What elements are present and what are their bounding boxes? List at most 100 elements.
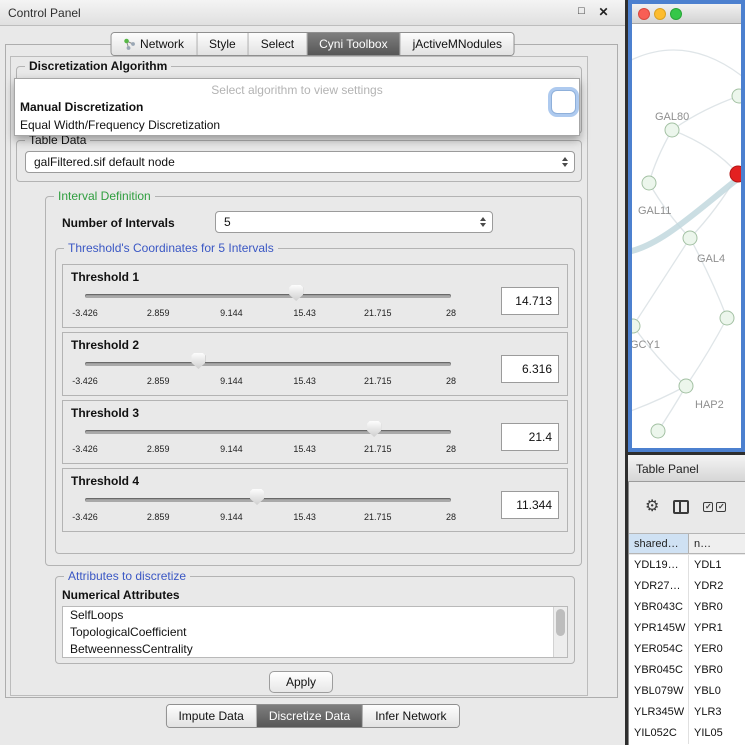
network-window-titlebar <box>632 4 741 24</box>
spinner-stepper-icon[interactable] <box>480 217 486 227</box>
number-of-intervals-spinner[interactable]: 5 <box>215 211 493 233</box>
tick-label: 21.715 <box>364 308 392 318</box>
threshold-slider[interactable]: -3.426 2.859 9.144 15.43 21.715 28 <box>85 421 451 463</box>
cell: YDR27… <box>629 576 689 597</box>
select-columns-icon[interactable]: ✓ ✓ <box>703 502 726 512</box>
cell: YIL052C <box>629 723 689 744</box>
tab-discretize-data[interactable]: Discretize Data <box>256 705 362 727</box>
slider-thumb[interactable] <box>367 421 381 437</box>
tick-label: -3.426 <box>72 512 98 522</box>
algorithm-dropdown-list: Select algorithm to view settings Manual… <box>14 78 580 136</box>
tab-cyni-toolbox[interactable]: Cyni Toolbox <box>306 33 399 55</box>
minimize-icon[interactable]: □ <box>574 5 589 17</box>
table-data-combobox[interactable]: galFiltered.sif default node <box>25 151 575 173</box>
minimize-traffic-light[interactable] <box>654 8 666 20</box>
table-row[interactable]: YLR345WYLR3 <box>629 702 745 723</box>
table-data-group: Table Data galFiltered.sif default node <box>16 140 582 182</box>
threshold-label: Threshold 2 <box>71 338 139 352</box>
tick-label: 15.43 <box>293 308 316 318</box>
slider-track[interactable] <box>85 294 451 298</box>
control-panel-titlebar: Control Panel □ ✕ <box>0 0 625 26</box>
window-title: Control Panel <box>8 6 81 20</box>
cell: YBL079W <box>629 681 689 702</box>
threshold-label: Threshold 4 <box>71 474 139 488</box>
table-row[interactable]: YDL19…YDL1 <box>629 555 745 576</box>
dropdown-focus-button[interactable] <box>551 90 576 114</box>
list-item[interactable]: BetweennessCentrality <box>63 641 567 658</box>
table-row[interactable]: YDR27…YDR2 <box>629 576 745 597</box>
dropdown-option-equal-width[interactable]: Equal Width/Frequency Discretization <box>20 118 220 132</box>
slider-tick-labels: -3.426 2.859 9.144 15.43 21.715 28 <box>85 308 451 320</box>
column-header-shared-name[interactable]: shared… <box>629 534 689 553</box>
tick-label: 2.859 <box>147 308 170 318</box>
tab-style[interactable]: Style <box>196 33 248 55</box>
table-row[interactable]: YBR045CYBR0 <box>629 660 745 681</box>
network-node-selected <box>730 166 741 182</box>
cell: YBR0 <box>689 597 745 618</box>
network-icon <box>123 38 135 50</box>
network-canvas[interactable]: GAL80 GAL11 GAL4 GCY1 HAP2 <box>632 24 741 448</box>
tab-label: Network <box>140 37 184 51</box>
combo-stepper-icon[interactable] <box>562 157 568 167</box>
network-node <box>679 379 693 393</box>
network-node <box>683 231 697 245</box>
cell: YER0 <box>689 639 745 660</box>
cell: YLR345W <box>629 702 689 723</box>
scrollbar-thumb[interactable] <box>556 609 565 636</box>
tab-label: Impute Data <box>178 709 243 723</box>
thresholds-group-label: Threshold's Coordinates for 5 Intervals <box>64 241 278 255</box>
list-scrollbar[interactable] <box>553 607 567 657</box>
dropdown-option-manual[interactable]: Manual Discretization <box>20 100 143 114</box>
threshold-slider[interactable]: -3.426 2.859 9.144 15.43 21.715 28 <box>85 353 451 395</box>
number-of-intervals-value: 5 <box>224 215 231 229</box>
slider-thumb[interactable] <box>289 285 303 301</box>
tick-label: 15.43 <box>293 512 316 522</box>
close-traffic-light[interactable] <box>638 8 650 20</box>
tab-jactivemnodules[interactable]: jActiveMNodules <box>400 33 514 55</box>
list-item[interactable]: TopologicalCoefficient <box>63 624 567 641</box>
slider-track[interactable] <box>85 362 451 366</box>
tab-impute-data[interactable]: Impute Data <box>166 705 255 727</box>
threshold-value-field[interactable]: 11.344 <box>501 491 559 519</box>
table-body: YDL19…YDL1 YDR27…YDR2 YBR043CYBR0 YPR145… <box>629 555 745 745</box>
network-node <box>651 424 665 438</box>
slider-track[interactable] <box>85 430 451 434</box>
tick-label: 9.144 <box>220 512 243 522</box>
node-label: HAP2 <box>695 399 724 411</box>
table-header-row: shared… n… <box>629 533 745 554</box>
threshold-value-field[interactable]: 21.4 <box>501 423 559 451</box>
table-row[interactable]: YIL052CYIL05 <box>629 723 745 744</box>
column-header-name[interactable]: n… <box>689 534 745 553</box>
threshold-value-field[interactable]: 6.316 <box>501 355 559 383</box>
table-panel-window: ⚙ ✓ ✓ shared… n… YDL19…YDL1 YDR27…YDR2 Y… <box>628 482 745 745</box>
interval-definition-label: Interval Definition <box>54 189 155 203</box>
slider-track[interactable] <box>85 498 451 502</box>
threshold-label: Threshold 3 <box>71 406 139 420</box>
table-row[interactable]: YPR145WYPR1 <box>629 618 745 639</box>
tab-select[interactable]: Select <box>248 33 306 55</box>
show-columns-icon[interactable] <box>673 500 689 514</box>
close-icon[interactable]: ✕ <box>596 5 611 19</box>
zoom-traffic-light[interactable] <box>670 8 682 20</box>
tick-label: 28 <box>446 376 456 386</box>
list-item[interactable]: SelfLoops <box>63 607 567 624</box>
numerical-attributes-header: Numerical Attributes <box>62 588 180 602</box>
tab-network[interactable]: Network <box>111 33 196 55</box>
table-row[interactable]: YER054CYER0 <box>629 639 745 660</box>
tick-label: 2.859 <box>147 376 170 386</box>
tab-label: jActiveMNodules <box>413 37 502 51</box>
gear-icon[interactable]: ⚙ <box>645 499 659 515</box>
checkbox-icon: ✓ <box>716 502 726 512</box>
tab-label: Discretize Data <box>269 709 350 723</box>
table-row[interactable]: YBR043CYBR0 <box>629 597 745 618</box>
slider-thumb[interactable] <box>250 489 264 505</box>
threshold-slider[interactable]: -3.426 2.859 9.144 15.43 21.715 28 <box>85 489 451 531</box>
threshold-value-field[interactable]: 14.713 <box>501 287 559 315</box>
slider-thumb[interactable] <box>191 353 205 369</box>
apply-button[interactable]: Apply <box>269 671 333 693</box>
cell: YPR1 <box>689 618 745 639</box>
table-row[interactable]: YBL079WYBL0 <box>629 681 745 702</box>
cell: YBR0 <box>689 660 745 681</box>
threshold-slider[interactable]: -3.426 2.859 9.144 15.43 21.715 28 <box>85 285 451 327</box>
tab-infer-network[interactable]: Infer Network <box>362 705 458 727</box>
